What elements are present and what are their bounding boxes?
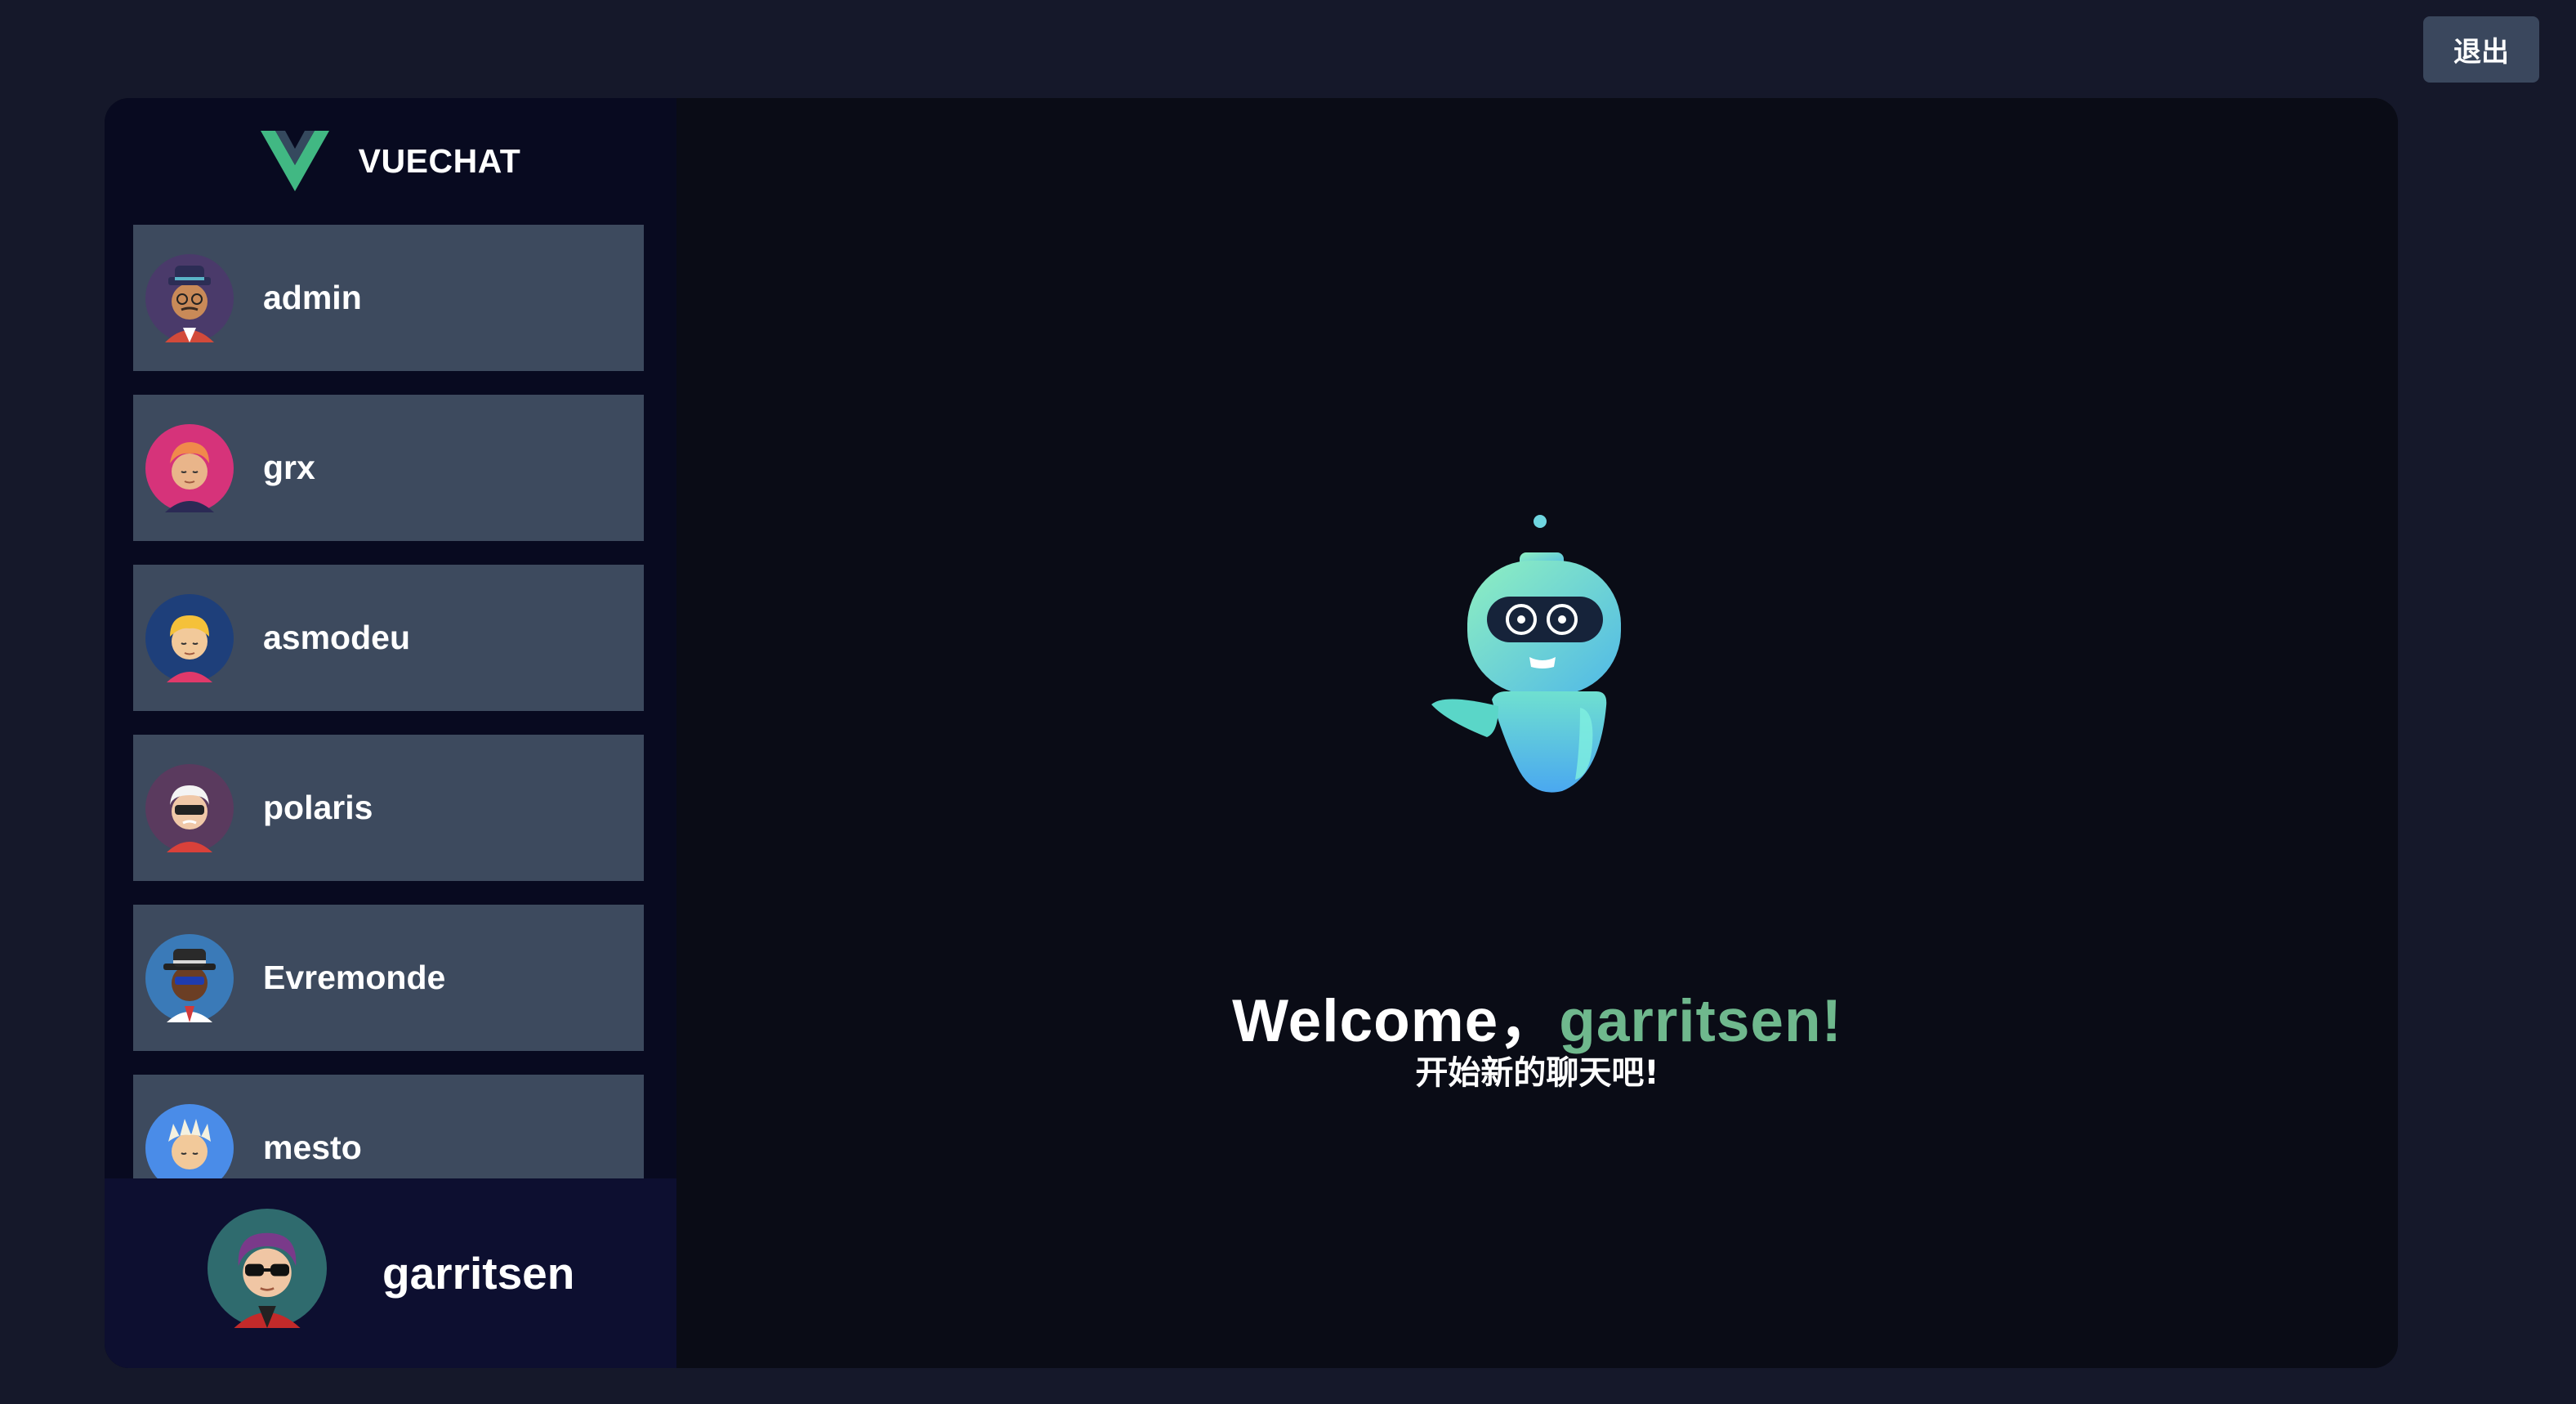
contact-list[interactable]: admin grx asmodeu polaris Evremonde mest… bbox=[133, 225, 672, 1276]
current-user-panel: garritsen bbox=[105, 1178, 676, 1368]
contact-name: Evremonde bbox=[263, 959, 446, 996]
chat-app: VUECHAT admin grx asmodeu polaris Evremo… bbox=[105, 98, 2398, 1368]
current-user-name: garritsen bbox=[382, 1248, 575, 1299]
app-title: VUECHAT bbox=[358, 141, 521, 180]
avatar bbox=[145, 253, 234, 342]
robot-illustration bbox=[1431, 515, 1621, 793]
avatar bbox=[145, 763, 234, 852]
vue-logo-icon bbox=[260, 131, 329, 191]
logout-button[interactable]: 退出 bbox=[2423, 16, 2539, 83]
avatar bbox=[145, 423, 234, 512]
contact-item-evremonde[interactable]: Evremonde bbox=[133, 905, 644, 1051]
avatar bbox=[208, 1209, 327, 1328]
contact-item-grx[interactable]: grx bbox=[133, 395, 644, 541]
welcome-subtitle: 开始新的聊天吧! bbox=[1415, 1054, 1659, 1092]
welcome-greeting: Welcome， bbox=[1232, 988, 1560, 1054]
contact-name: asmodeu bbox=[263, 619, 410, 656]
contact-name: polaris bbox=[263, 789, 373, 826]
contact-item-admin[interactable]: admin bbox=[133, 225, 644, 371]
avatar bbox=[145, 593, 234, 682]
contact-name: mesto bbox=[263, 1129, 362, 1166]
contact-item-asmodeu[interactable]: asmodeu bbox=[133, 565, 644, 711]
contact-item-polaris[interactable]: polaris bbox=[133, 735, 644, 881]
avatar bbox=[145, 933, 234, 1022]
sidebar: VUECHAT admin grx asmodeu polaris Evremo… bbox=[105, 98, 781, 1368]
brand-header: VUECHAT bbox=[105, 98, 676, 224]
welcome-username: garritsen! bbox=[1559, 988, 1842, 1054]
contact-name: grx bbox=[263, 449, 315, 486]
contact-name: admin bbox=[263, 279, 362, 316]
chat-main: Welcome，garritsen! 开始新的聊天吧! bbox=[676, 98, 2398, 1368]
